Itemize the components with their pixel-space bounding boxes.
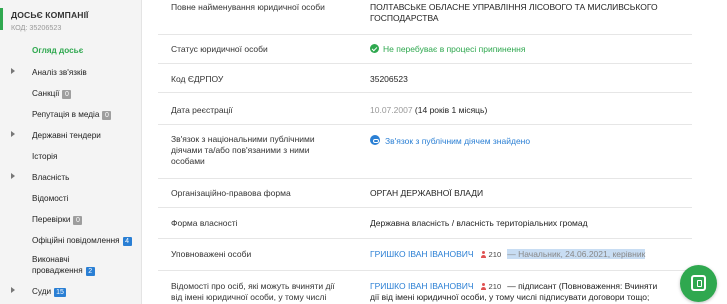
pep-connection-link[interactable]: Зв'язок з публічним діячем знайдено — [370, 135, 690, 147]
detail-row-authorized: Уповноважені особи ГРИШКО ІВАН ІВАНОВИЧ 2… — [158, 238, 692, 270]
detail-key: Статус юридичної особи — [171, 44, 268, 54]
dossier-header: ДОСЬЄ КОМПАНІЇ КОД: 35206523 — [0, 0, 142, 40]
detail-key: Уповноважені особи — [171, 249, 252, 259]
detail-value: 10.07.2007 (14 років 1 місяць) — [370, 104, 690, 116]
person-icon — [481, 251, 487, 258]
chevron-right-icon — [11, 173, 15, 179]
person-count: 210 — [488, 250, 502, 259]
sidebar-item-label: Репутація в медіа — [32, 110, 100, 119]
detail-key: Форма власності — [171, 218, 238, 228]
sidebar: ДОСЬЄ КОМПАНІЇ КОД: 35206523 Огляд досьє… — [0, 0, 142, 304]
company-details: Повне найменування юридичної особи ПОЛТА… — [143, 0, 727, 304]
sidebar-item-label: Власність — [32, 173, 70, 182]
detail-row-legal-form: Організаційно-правова форма ОРГАН ДЕРЖАВ… — [158, 178, 692, 207]
detail-key: особами — [171, 156, 205, 166]
authorized-note: — Начальник, 24.06.2021, керівник — [507, 249, 646, 259]
dossier-code: КОД: 35206523 — [11, 23, 62, 32]
detail-key: Код ЄДРПОУ — [171, 74, 224, 84]
count-badge: 0 — [73, 216, 83, 225]
sidebar-item-label: Перевірки — [32, 215, 71, 224]
chevron-right-icon — [11, 68, 15, 74]
detail-key: Організаційно-правова форма — [171, 188, 291, 198]
sidebar-item-label: Відомості — [32, 194, 69, 203]
dossier-accent-bar — [0, 8, 3, 30]
sidebar-item-label: Історія — [32, 152, 58, 161]
count-badge: 0 — [102, 111, 112, 120]
chevron-right-icon — [11, 287, 15, 293]
detail-value: ГРИШКО ІВАН ІВАНОВИЧ 210 — Начальник, 24.0… — [370, 248, 690, 261]
sidebar-item-label: Суди — [32, 287, 52, 296]
chat-button[interactable] — [680, 265, 717, 302]
detail-key: від імені юридичної особи, у тому числі — [171, 292, 327, 302]
signer-note: — підписант (Повноваження: Вчиняти — [507, 281, 658, 291]
link-icon — [370, 135, 380, 145]
detail-row-reg-date: Дата реєстрації 10.07.2007 (14 років 1 м… — [158, 92, 692, 124]
detail-row-pep: Зв'язок з національними публічними діяча… — [158, 124, 692, 178]
signer-note-line: дії від імені юридичної особи, у тому чи… — [370, 292, 650, 302]
pep-link-text: Зв'язок з публічним діячем знайдено — [385, 136, 531, 146]
detail-key: Дата реєстрації — [171, 105, 233, 115]
count-badge: 4 — [122, 237, 132, 246]
person-link[interactable]: ГРИШКО ІВАН ІВАНОВИЧ — [370, 281, 474, 291]
chat-icon — [691, 275, 706, 291]
count-badge: 0 — [62, 90, 72, 99]
registration-date: 10.07.2007 — [370, 105, 413, 115]
detail-value: 35206523 — [370, 74, 408, 84]
detail-row-signers: Відомості про осіб, які можуть вчиняти д… — [158, 270, 692, 304]
chevron-right-icon — [11, 131, 15, 137]
detail-value: ОРГАН ДЕРЖАВНОЇ ВЛАДИ — [370, 188, 484, 198]
sidebar-item-label: Виконавчі — [32, 255, 70, 264]
person-count: 210 — [488, 282, 502, 291]
sidebar-item-label: провадження — [32, 266, 83, 275]
count-badge: 15 — [54, 288, 66, 297]
detail-value: Не перебуває в процесі припинення — [370, 43, 690, 55]
detail-row-full-name: Повне найменування юридичної особи ПОЛТА… — [158, 0, 692, 35]
sidebar-item-label: Огляд досьє — [32, 46, 84, 55]
detail-key: Повне найменування юридичної особи — [171, 2, 325, 12]
sidebar-item-label: Санкції — [32, 89, 60, 98]
detail-row-edrpou: Код ЄДРПОУ 35206523 — [158, 63, 692, 92]
detail-value: Державна власність / власність територіа… — [370, 218, 588, 228]
registration-age: (14 років 1 місяць) — [414, 105, 488, 115]
count-badge: 2 — [85, 267, 95, 276]
check-circle-icon — [370, 44, 379, 53]
detail-row-ownership: Форма власності Державна власність / вла… — [158, 207, 692, 238]
detail-row-status: Статус юридичної особи Не перебуває в пр… — [158, 34, 692, 63]
status-text: Не перебуває в процесі припинення — [383, 44, 526, 54]
detail-value-line: ГОСПОДАРСТВА — [370, 13, 439, 23]
person-icon — [481, 283, 487, 290]
sidebar-item-label: Офіційні повідомлення — [32, 236, 120, 245]
person-link[interactable]: ГРИШКО ІВАН ІВАНОВИЧ — [370, 249, 474, 259]
sidebar-item-label: Аналіз зв'язків — [32, 68, 87, 77]
sidebar-item-label: Державні тендери — [32, 131, 101, 140]
dossier-title: ДОСЬЄ КОМПАНІЇ — [11, 10, 89, 20]
